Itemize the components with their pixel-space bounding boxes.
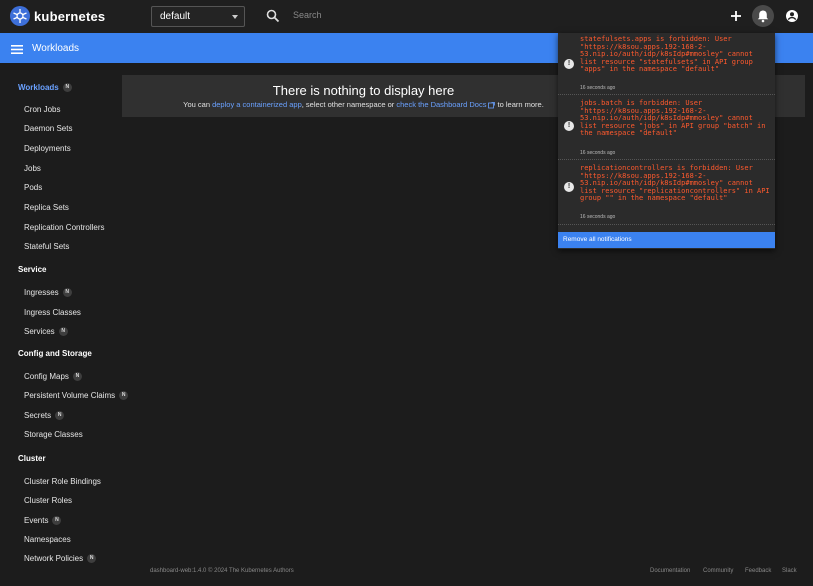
notification-time: 16 seconds ago: [580, 214, 616, 220]
deploy-app-link[interactable]: deploy a containerized app: [212, 100, 302, 109]
namespaced-badge: N: [72, 372, 82, 382]
sidebar-item-label: Config Maps: [24, 372, 69, 381]
sidebar-item-pods[interactable]: Pods: [24, 183, 42, 192]
sidebar-item-daemon-sets[interactable]: Daemon Sets: [24, 124, 72, 133]
chevron-down-icon: [232, 15, 238, 19]
footer-version: dashboard-web:1.4.0 © 2024 The Kubernete…: [150, 568, 294, 574]
footer-link-slack[interactable]: Slack: [782, 568, 797, 574]
notification-time: 16 seconds ago: [580, 150, 616, 156]
sidebar-item-label: Network Policies: [24, 554, 84, 563]
namespaced-badge: N: [52, 516, 62, 526]
sidebar-item-replica-sets[interactable]: Replica Sets: [24, 203, 69, 212]
sidebar-item-label: Services: [24, 327, 55, 336]
sidebar-item-persistent-volume-claims[interactable]: Persistent Volume Claims N: [24, 391, 129, 401]
sidebar-item-jobs[interactable]: Jobs: [24, 164, 41, 173]
namespace-value: default: [160, 11, 191, 22]
sidebar-item-ingresses[interactable]: Ingresses N: [24, 288, 72, 298]
sidebar-item-namespaces[interactable]: Namespaces: [24, 535, 71, 544]
sidebar-item-cluster-role-bindings[interactable]: Cluster Role Bindings: [24, 477, 101, 486]
empty-state-message: You can deploy a containerized app, sele…: [122, 100, 605, 109]
empty-state-middle: , select other namespace or: [301, 100, 397, 109]
error-icon: [564, 121, 574, 131]
remove-all-label: Remove all notifications: [563, 236, 632, 243]
sidebar-item-storage-classes[interactable]: Storage Classes: [24, 430, 83, 439]
namespace-select[interactable]: default: [151, 6, 245, 27]
sidebar-header-service[interactable]: Service: [18, 265, 46, 274]
notification-message: jobs.batch is forbidden: User "https://k…: [580, 99, 770, 138]
notification-item[interactable]: statefulsets.apps is forbidden: User "ht…: [558, 33, 775, 95]
sidebar-item-label: Secrets: [24, 411, 52, 420]
notification-item[interactable]: replicationcontrollers is forbidden: Use…: [558, 160, 775, 225]
account-icon[interactable]: [782, 6, 802, 26]
kubernetes-logo[interactable]: [10, 6, 30, 26]
sidebar-item-deployments[interactable]: Deployments: [24, 144, 71, 153]
top-bar: kubernetes default Search: [0, 0, 813, 33]
sidebar-item-stateful-sets[interactable]: Stateful Sets: [24, 242, 69, 251]
sidebar-item-replication-controllers[interactable]: Replication Controllers: [24, 223, 104, 232]
menu-icon[interactable]: [11, 42, 23, 54]
dashboard-docs-link[interactable]: check the Dashboard Docs: [396, 100, 486, 109]
sidebar-item-cron-jobs[interactable]: Cron Jobs: [24, 105, 60, 114]
sidebar-item-services[interactable]: Services N: [24, 327, 68, 337]
empty-state-prefix: You can: [183, 100, 213, 109]
namespaced-badge: N: [87, 554, 97, 564]
sidebar-item-ingress-classes[interactable]: Ingress Classes: [24, 308, 81, 317]
remove-all-notifications-button[interactable]: Remove all notifications: [558, 232, 775, 248]
search-input[interactable]: Search: [293, 10, 322, 20]
notification-message: replicationcontrollers is forbidden: Use…: [580, 164, 774, 203]
sidebar-item-label: Persistent Volume Claims: [24, 391, 116, 400]
sidebar-item-cluster-roles[interactable]: Cluster Roles: [24, 496, 72, 505]
namespaced-badge: N: [62, 83, 72, 93]
sidebar-nav: Workloads N Cron Jobs Daemon Sets Deploym…: [0, 63, 130, 586]
page-title: Workloads: [32, 43, 80, 54]
sidebar-item-label: Ingresses: [24, 288, 59, 297]
sidebar-header-config-storage[interactable]: Config and Storage: [18, 349, 92, 358]
error-icon: [564, 182, 574, 192]
plus-icon[interactable]: [726, 6, 746, 26]
namespaced-badge: N: [55, 411, 65, 421]
search-icon[interactable]: [266, 9, 280, 23]
app-name[interactable]: kubernetes: [34, 9, 105, 24]
bell-icon[interactable]: [752, 5, 774, 27]
empty-state-title: There is nothing to display here: [272, 83, 455, 98]
notification-message: statefulsets.apps is forbidden: User "ht…: [580, 35, 758, 74]
sidebar-item-secrets[interactable]: Secrets N: [24, 411, 65, 421]
empty-state-suffix: to learn more.: [495, 100, 544, 109]
namespaced-badge: N: [119, 391, 129, 401]
notification-item[interactable]: jobs.batch is forbidden: User "https://k…: [558, 95, 775, 160]
namespaced-badge: N: [62, 288, 72, 298]
sidebar-item-config-maps[interactable]: Config Maps N: [24, 372, 82, 382]
sidebar-header-label: Workloads: [18, 83, 59, 92]
sidebar-header-workloads[interactable]: Workloads N: [18, 83, 72, 93]
error-icon: [564, 59, 574, 69]
sidebar-item-label: Events: [24, 516, 49, 525]
footer-link-feedback[interactable]: Feedback: [745, 568, 771, 574]
footer-link-documentation[interactable]: Documentation: [650, 568, 690, 574]
notifications-panel: statefulsets.apps is forbidden: User "ht…: [558, 33, 775, 249]
sidebar-item-events[interactable]: Events N: [24, 516, 62, 526]
sidebar-header-cluster[interactable]: Cluster: [18, 454, 46, 463]
sidebar-item-network-policies[interactable]: Network Policies N: [24, 554, 97, 564]
notification-time: 16 seconds ago: [580, 85, 616, 91]
footer-link-community[interactable]: Community: [703, 568, 733, 574]
namespaced-badge: N: [58, 327, 68, 337]
